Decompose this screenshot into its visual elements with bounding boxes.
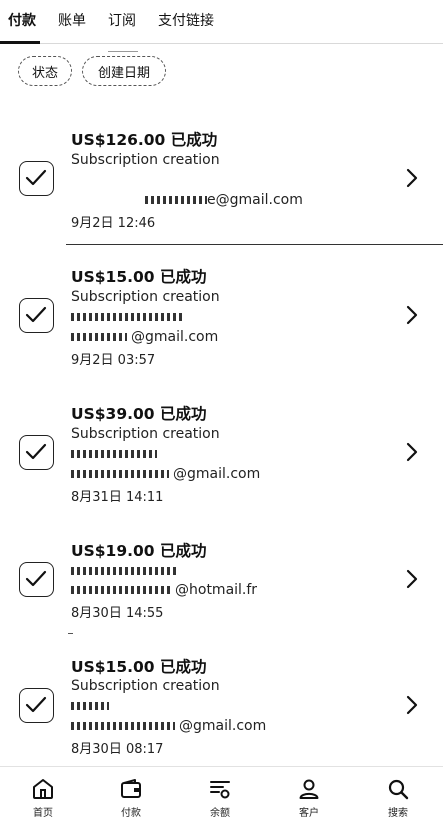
nav-payments[interactable]: 付款: [101, 777, 161, 819]
nav-customers-label: 客户: [299, 808, 319, 819]
payment-description: Subscription creation: [71, 289, 220, 305]
customer-name: [71, 309, 183, 325]
home-icon: [33, 779, 53, 799]
payment-date: 9月2日 12:46: [71, 216, 156, 231]
customer-email: @gmail.com: [71, 466, 260, 482]
payment-amount-status: US$15.00 已成功: [71, 268, 207, 286]
payment-amount-status: US$39.00 已成功: [71, 405, 207, 423]
payment-description: Subscription creation: [71, 678, 220, 694]
customer-email: @gmail.com: [71, 718, 266, 734]
status-filter-chip[interactable]: 状态: [18, 56, 72, 86]
customer-name: [71, 698, 109, 714]
divider: [108, 51, 138, 52]
success-check-icon: [19, 688, 54, 723]
success-check-icon: [19, 161, 54, 196]
tab-payments[interactable]: 付款: [8, 10, 36, 30]
payment-amount-status: US$126.00 已成功: [71, 131, 218, 149]
active-tab-indicator: [0, 41, 40, 44]
payment-row[interactable]: US$15.00 已成功 Subscription creation @gmai…: [0, 257, 443, 393]
customer-email: @gmail.com: [71, 329, 218, 345]
person-icon: [299, 779, 319, 799]
payment-amount-status: US$15.00 已成功: [71, 658, 207, 676]
payment-description: Subscription creation: [71, 426, 220, 442]
bottom-navigation: 首页 付款 余额 客户 搜索: [0, 766, 443, 828]
nav-customers[interactable]: 客户: [279, 777, 339, 819]
payment-row[interactable]: US$39.00 已成功 Subscription creation @gmai…: [0, 394, 443, 530]
payment-date: 8月31日 14:11: [71, 490, 164, 505]
chevron-right-icon: [406, 695, 418, 715]
nav-balance[interactable]: 余额: [190, 777, 250, 819]
success-check-icon: [19, 435, 54, 470]
nav-balance-label: 余额: [210, 808, 230, 819]
chevron-right-icon: [406, 168, 418, 188]
top-tabs: 付款 账单 订阅 支付链接: [0, 0, 443, 44]
customer-email: @hotmail.fr: [71, 582, 257, 598]
nav-search[interactable]: 搜索: [368, 777, 428, 819]
customer-name: [71, 563, 177, 579]
divider: [68, 633, 73, 634]
nav-home[interactable]: 首页: [13, 777, 73, 819]
payment-date: 9月2日 03:57: [71, 353, 156, 368]
chevron-right-icon: [406, 569, 418, 589]
success-check-icon: [19, 562, 54, 597]
success-check-icon: [19, 298, 54, 333]
payment-amount-status: US$19.00 已成功: [71, 542, 207, 560]
payment-row[interactable]: US$126.00 已成功 Subscription creation e@gm…: [0, 120, 443, 256]
chevron-right-icon: [406, 442, 418, 462]
search-icon: [388, 779, 409, 800]
payment-date: 8月30日 08:17: [71, 742, 164, 757]
customer-name: [71, 446, 157, 462]
customer-email: e@gmail.com: [71, 192, 303, 208]
chevron-right-icon: [406, 305, 418, 325]
row-divider: [66, 244, 443, 245]
balance-icon: [210, 781, 230, 799]
nav-home-label: 首页: [33, 808, 53, 819]
wallet-icon: [121, 779, 141, 798]
payment-description: Subscription creation: [71, 152, 220, 168]
payment-date: 8月30日 14:55: [71, 606, 164, 621]
nav-search-label: 搜索: [388, 808, 408, 819]
created-date-filter-chip[interactable]: 创建日期: [82, 56, 166, 86]
nav-payments-label: 付款: [121, 808, 141, 819]
tab-payment-links[interactable]: 支付链接: [158, 10, 214, 30]
tab-invoices[interactable]: 账单: [58, 10, 86, 30]
payment-row[interactable]: US$15.00 已成功 Subscription creation @gmai…: [0, 647, 443, 783]
tab-subscriptions[interactable]: 订阅: [108, 10, 136, 30]
